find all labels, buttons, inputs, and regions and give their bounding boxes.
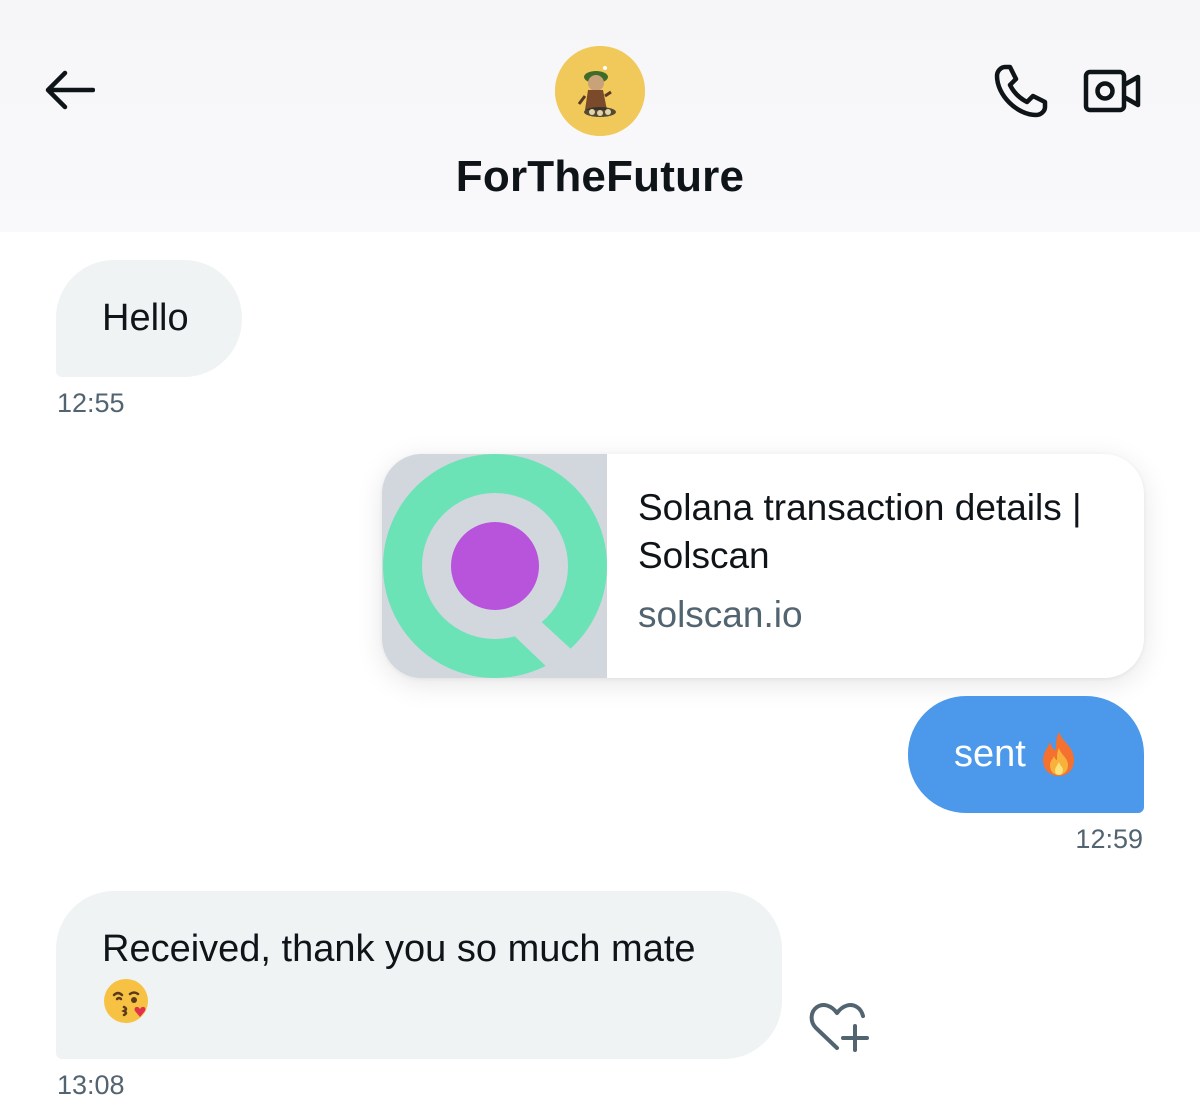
solscan-thumbnail bbox=[382, 454, 607, 678]
solscan-logo-icon bbox=[382, 454, 607, 678]
conversation-header: ForTheFuture bbox=[0, 0, 1200, 232]
incoming-message[interactable]: Received, thank you so much mate bbox=[56, 891, 782, 1059]
contact-name[interactable]: ForTheFuture bbox=[0, 152, 1200, 202]
add-reaction-button[interactable] bbox=[806, 996, 872, 1056]
incoming-message[interactable]: Hello bbox=[56, 260, 242, 377]
call-button[interactable] bbox=[986, 58, 1056, 124]
outgoing-message[interactable]: sent bbox=[908, 696, 1144, 813]
message-text: Hello bbox=[102, 297, 189, 339]
back-button[interactable] bbox=[38, 62, 100, 118]
back-arrow-icon bbox=[45, 70, 95, 110]
avatar-image bbox=[555, 46, 645, 136]
phone-icon bbox=[994, 64, 1048, 118]
message-text: Received, thank you so much mate bbox=[102, 928, 696, 970]
message-timestamp: 12:59 bbox=[1075, 824, 1143, 854]
link-title: Solana transaction details | Solscan bbox=[638, 487, 1082, 576]
kissing-face-emoji-icon bbox=[104, 979, 148, 1023]
message-timestamp: 12:55 bbox=[57, 388, 125, 418]
message-timestamp: 13:08 bbox=[57, 1070, 125, 1100]
message-text: sent bbox=[954, 733, 1026, 775]
fire-emoji-icon bbox=[1042, 732, 1074, 776]
video-call-button[interactable] bbox=[1078, 60, 1146, 122]
contact-avatar[interactable] bbox=[555, 46, 645, 136]
video-camera-icon bbox=[1083, 69, 1141, 113]
link-preview-card[interactable]: Solana transaction details | Solscan sol… bbox=[382, 454, 1144, 678]
add-reaction-heart-icon bbox=[809, 1003, 869, 1052]
link-domain: solscan.io bbox=[638, 594, 803, 635]
